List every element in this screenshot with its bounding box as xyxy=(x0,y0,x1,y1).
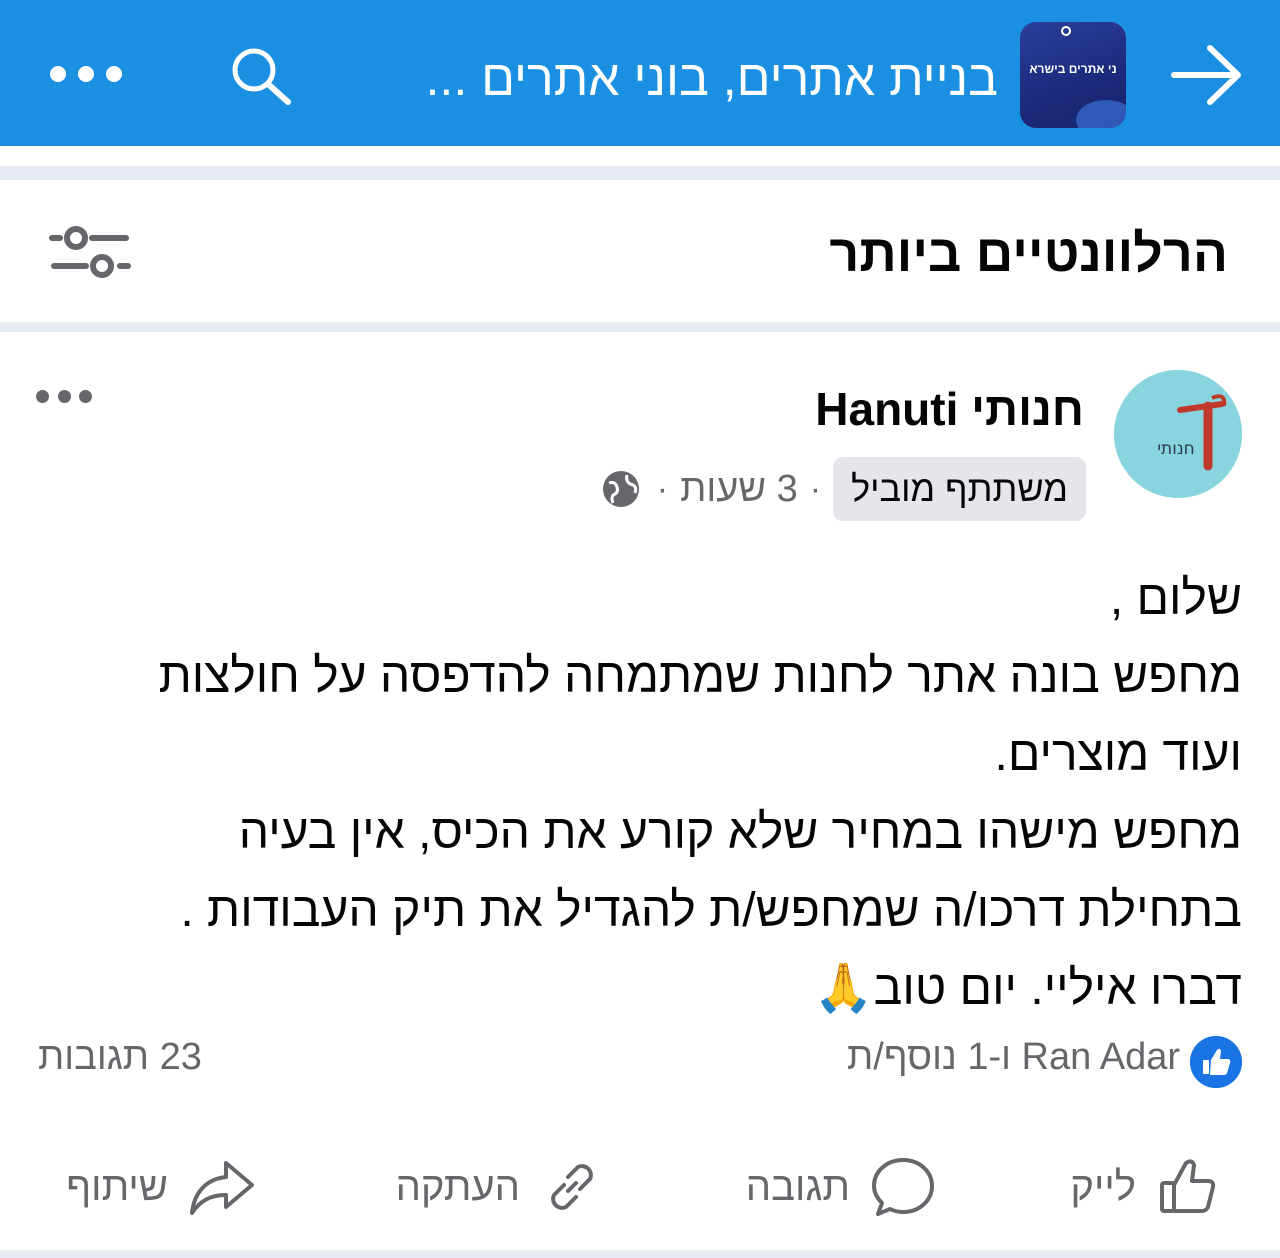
group-header-bar: בניית אתרים, בוני אתרים ... ני אתרים ביש… xyxy=(0,0,1280,146)
author-avatar[interactable]: חנותי xyxy=(1114,370,1242,498)
sort-row: הרלוונטיים ביותר xyxy=(0,182,1280,324)
feed-post: חנותי חנותי Hanuti משתתף מוביל · 3 שעות … xyxy=(0,332,1280,1258)
group-thumbnail[interactable]: ני אתרים בישרא xyxy=(1020,22,1126,128)
avatar-logo-text: חנותי xyxy=(1157,439,1195,459)
comment-button[interactable]: תגובה xyxy=(746,1142,936,1232)
post-text-line: בתחילת דרכו/ה שמחפש/ת להגדיל את תיק העבו… xyxy=(180,884,1242,937)
copy-link-button[interactable]: העתקה xyxy=(396,1142,604,1232)
copy-label: העתקה xyxy=(395,1164,520,1209)
search-icon[interactable] xyxy=(226,44,296,108)
post-actions: לייק תגובה העתקה שיתוף xyxy=(0,1142,1280,1232)
share-label: שיתוף xyxy=(66,1164,168,1209)
divider xyxy=(0,322,1280,332)
meta-separator: · xyxy=(809,469,822,508)
post-body: שלום , מחפש בונה אתר לחנות שמתמחה להדפסה… xyxy=(62,560,1242,1028)
comments-count[interactable]: 23 תגובות xyxy=(38,1036,358,1079)
comment-label: תגובה xyxy=(745,1164,850,1209)
group-title[interactable]: בניית אתרים, בוני אתרים ... xyxy=(330,40,998,116)
globe-icon xyxy=(601,469,641,509)
share-arrow-icon xyxy=(190,1161,254,1215)
sort-label[interactable]: הרלוונטיים ביותר xyxy=(528,224,1228,284)
top-contributor-badge[interactable]: משתתף מוביל xyxy=(833,457,1086,521)
thumbnail-ring-decoration xyxy=(1061,26,1071,36)
post-stats: Ran Adar ו-1 נוסף/ת 23 תגובות xyxy=(0,1032,1280,1092)
post-text-line: דברו איליי. יום טוב🙏 xyxy=(813,962,1242,1015)
like-button[interactable]: לייק xyxy=(1070,1142,1220,1232)
thumbs-up-icon xyxy=(1160,1159,1216,1213)
meta-separator: · xyxy=(656,469,669,508)
post-more-icon[interactable] xyxy=(36,388,92,404)
post-text-line: מחפש בונה אתר לחנות שמתמחה להדפסה על חול… xyxy=(158,650,1242,703)
divider xyxy=(0,166,1280,180)
more-options-icon[interactable] xyxy=(50,62,122,86)
group-thumbnail-text: ני אתרים בישרא xyxy=(1029,62,1117,76)
share-button[interactable]: שיתוף xyxy=(66,1142,256,1232)
like-label: לייק xyxy=(1070,1164,1136,1209)
arrow-right-icon[interactable] xyxy=(1168,40,1244,110)
filter-sliders-icon[interactable] xyxy=(48,222,132,282)
post-text-line: ועוד מוצרים. xyxy=(994,728,1242,781)
post-text-line: שלום , xyxy=(1109,572,1242,625)
reactions-summary[interactable]: Ran Adar ו-1 נוסף/ת xyxy=(580,1036,1180,1079)
comment-bubble-icon xyxy=(872,1158,934,1216)
post-text-line: מחפש מישהו במחיר שלא קורע את הכיס, אין ב… xyxy=(238,806,1242,859)
post-author-name[interactable]: חנותי Hanuti xyxy=(484,382,1084,436)
thumbs-up-reaction-icon[interactable] xyxy=(1190,1036,1242,1088)
divider xyxy=(0,1250,1280,1258)
post-timestamp[interactable]: 3 שעות xyxy=(680,468,798,511)
thumbnail-blob-decoration xyxy=(1076,100,1126,128)
post-meta: משתתף מוביל · 3 שעות · xyxy=(326,456,1086,522)
link-icon xyxy=(551,1164,593,1210)
